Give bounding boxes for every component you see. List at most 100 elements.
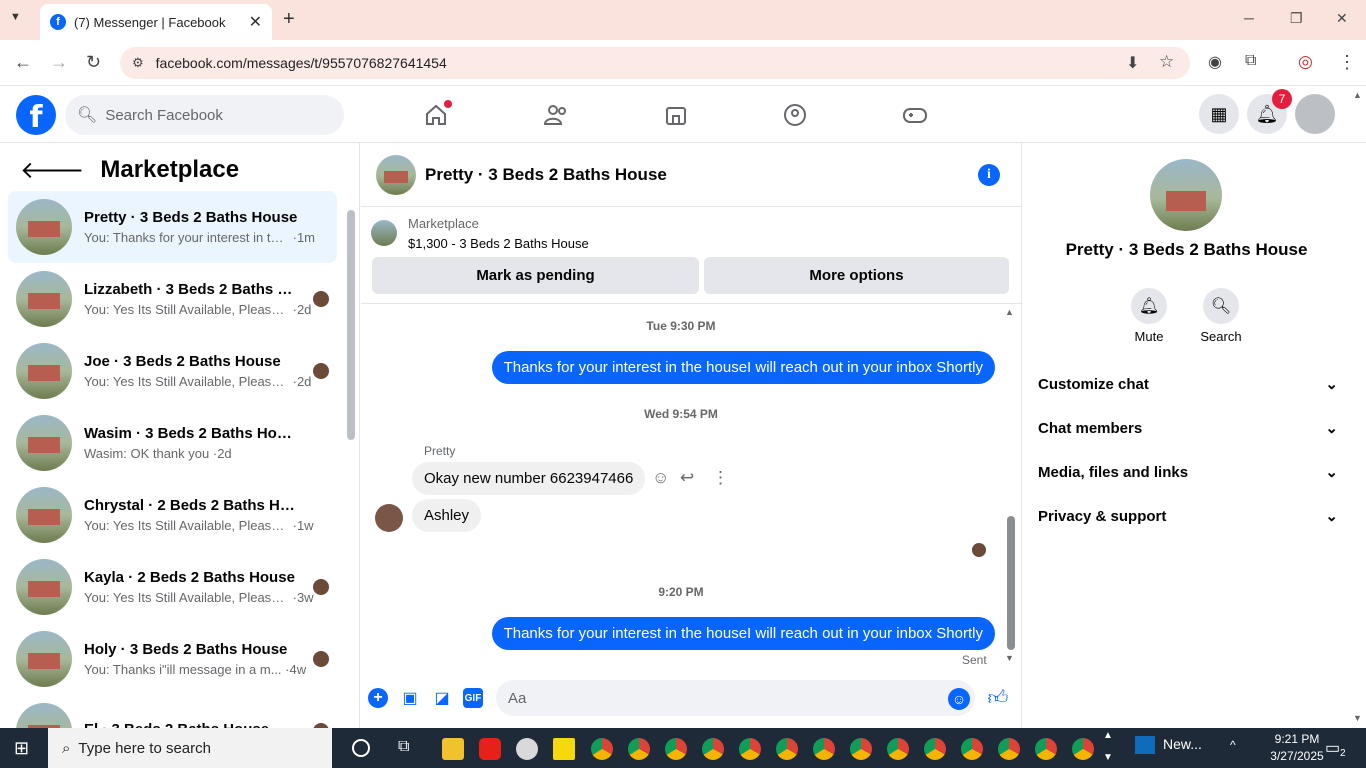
chrome-taskbar-icon[interactable]: [776, 738, 798, 760]
like-thumb-icon[interactable]: 👍︎: [988, 687, 1009, 709]
facebook-search-input[interactable]: 🔍︎ Search Facebook: [65, 95, 344, 135]
sticker-icon[interactable]: ◪: [432, 688, 452, 708]
mute-bell-icon[interactable]: 🔔︎: [1131, 288, 1167, 324]
emoji-icon[interactable]: ☺: [948, 688, 970, 710]
outlook-icon: [1135, 736, 1155, 755]
friends-nav-icon[interactable]: [536, 100, 576, 130]
gif-icon[interactable]: GIF: [463, 688, 483, 708]
conversation-item[interactable]: Pretty · 3 Beds 2 Baths House You: Thanks…: [8, 191, 337, 263]
taskbar-search-input[interactable]: ⌕ Type here to search: [48, 728, 332, 768]
facebook-logo-icon[interactable]: f: [16, 95, 56, 135]
react-emoji-icon[interactable]: ☺: [652, 468, 669, 488]
conversation-item[interactable]: Lizzabeth · 3 Beds 2 Baths Ho... You: Yes…: [8, 263, 337, 335]
more-options-button[interactable]: More options: [704, 257, 1009, 294]
outgoing-message[interactable]: Thanks for your interest in the houseI w…: [491, 351, 995, 384]
privacy-support-section[interactable]: Privacy & support ⌄: [1038, 507, 1338, 526]
address-bar[interactable]: ⚙ facebook.com/messages/t/95570768276414…: [120, 47, 1190, 79]
close-window-icon[interactable]: ✕: [1336, 10, 1348, 27]
scroll-up-icon[interactable]: ▲: [1005, 307, 1014, 317]
chrome-taskbar-icon[interactable]: [813, 738, 835, 760]
sticky-notes-icon[interactable]: [553, 738, 575, 760]
page-scroll-up-icon[interactable]: ▲: [1353, 90, 1362, 100]
chrome-taskbar-icon[interactable]: [850, 738, 872, 760]
youtube-icon[interactable]: [479, 738, 501, 760]
action-center-icon[interactable]: ▭: [1325, 738, 1340, 758]
new-tab-icon[interactable]: +: [283, 8, 295, 31]
groups-nav-icon[interactable]: [775, 100, 815, 130]
search-in-chat-icon[interactable]: 🔍︎: [1203, 288, 1239, 324]
messages-scrollbar[interactable]: [1007, 516, 1015, 650]
site-info-icon[interactable]: ⚙: [132, 55, 144, 71]
chat-title[interactable]: Pretty · 3 Beds 2 Baths House: [425, 165, 667, 185]
minimize-icon[interactable]: ─: [1244, 10, 1254, 26]
reload-icon[interactable]: ↻: [86, 52, 101, 73]
clock[interactable]: 9:21 PM 3/27/2025: [1262, 731, 1332, 765]
cortana-icon[interactable]: [352, 739, 370, 757]
chrome-taskbar-icon[interactable]: [591, 738, 613, 760]
chrome-taskbar-icon[interactable]: [887, 738, 909, 760]
tab-search-icon[interactable]: ▼: [10, 11, 21, 23]
chrome-taskbar-icon[interactable]: [998, 738, 1020, 760]
photo-icon[interactable]: ▣: [400, 688, 420, 708]
restore-icon[interactable]: ❐: [1290, 10, 1303, 27]
reply-icon[interactable]: ↩: [680, 468, 694, 488]
conversation-item[interactable]: Kayla · 2 Beds 2 Baths House You: Yes Its…: [8, 551, 337, 623]
forward-icon[interactable]: →: [50, 52, 68, 73]
conversation-item[interactable]: Holy · 3 Beds 2 Baths House You: Thanks i…: [8, 623, 337, 695]
gaming-nav-icon[interactable]: [895, 100, 935, 130]
back-icon[interactable]: ←: [14, 52, 32, 73]
page-scroll-down-icon[interactable]: ▼: [1353, 713, 1362, 723]
extension-robot-icon[interactable]: ◉: [1208, 52, 1222, 72]
contact-avatar[interactable]: [1150, 159, 1222, 231]
browser-menu-icon[interactable]: ⋮: [1338, 52, 1356, 73]
plus-icon[interactable]: +: [368, 688, 388, 708]
listing-title: $1,300 - 3 Beds 2 Baths House: [408, 236, 589, 251]
conversation-time: 1m: [296, 230, 316, 245]
chat-avatar[interactable]: [376, 154, 416, 195]
more-actions-icon[interactable]: ⋮: [712, 468, 729, 488]
taskbar-scroll-up-icon[interactable]: ▲: [1103, 730, 1113, 741]
extensions-puzzle-icon[interactable]: ⧉: [1245, 52, 1256, 70]
conversation-avatar: [16, 343, 72, 399]
close-tab-icon[interactable]: ✕: [249, 12, 262, 32]
account-avatar[interactable]: [1295, 94, 1335, 134]
chrome-taskbar-icon[interactable]: [924, 738, 946, 760]
customize-chat-section[interactable]: Customize chat ⌄: [1038, 375, 1338, 394]
show-hidden-icons-icon[interactable]: ^: [1230, 738, 1236, 752]
info-icon[interactable]: i: [978, 164, 1000, 186]
chrome-taskbar-icon[interactable]: [665, 738, 687, 760]
conversation-item[interactable]: Chrystal · 2 Beds 2 Baths House You: Yes …: [8, 479, 337, 551]
chat-members-section[interactable]: Chat members ⌄: [1038, 419, 1338, 438]
chrome-taskbar-icon[interactable]: [961, 738, 983, 760]
chrome-taskbar-icon[interactable]: [1035, 738, 1057, 760]
app-icon[interactable]: [516, 738, 538, 760]
windows-start-icon[interactable]: ⊞: [14, 738, 34, 758]
marketplace-nav-icon[interactable]: [656, 100, 696, 130]
profile-icon[interactable]: ◎: [1298, 52, 1313, 72]
chrome-taskbar-icon[interactable]: [1072, 738, 1094, 760]
incoming-message[interactable]: Ashley: [412, 499, 482, 532]
chrome-taskbar-icon[interactable]: [628, 738, 650, 760]
taskbar-scroll-down-icon[interactable]: ▼: [1103, 752, 1113, 763]
chrome-taskbar-icon[interactable]: [702, 738, 724, 760]
listing-info[interactable]: Marketplace $1,300 - 3 Beds 2 Baths Hous…: [371, 216, 589, 251]
install-app-icon[interactable]: ⬇: [1126, 53, 1139, 73]
menu-grid-button[interactable]: ▦: [1199, 94, 1239, 134]
conversation-item[interactable]: Joe · 3 Beds 2 Baths House You: Yes Its S…: [8, 335, 337, 407]
chrome-taskbar-icon[interactable]: [739, 738, 761, 760]
scroll-down-icon[interactable]: ▼: [1005, 653, 1014, 663]
sender-avatar[interactable]: [375, 504, 403, 532]
outlook-news-item[interactable]: New...: [1135, 736, 1202, 755]
file-explorer-icon[interactable]: [442, 738, 464, 760]
outgoing-message[interactable]: Thanks for your interest in the houseI w…: [491, 617, 995, 650]
back-arrow-icon[interactable]: 🡐: [20, 155, 84, 185]
message-input[interactable]: Aa: [496, 680, 975, 716]
mark-as-pending-button[interactable]: Mark as pending: [372, 257, 699, 294]
bookmark-star-icon[interactable]: ☆: [1159, 52, 1174, 72]
media-files-section[interactable]: Media, files and links ⌄: [1038, 463, 1338, 482]
conversation-item[interactable]: Wasim · 3 Beds 2 Baths House Wasim: OK th…: [8, 407, 337, 479]
task-view-icon[interactable]: ⧉: [398, 738, 409, 756]
conversation-scrollbar[interactable]: [347, 210, 355, 440]
incoming-message[interactable]: Okay new number 6623947466: [412, 462, 646, 495]
browser-tab[interactable]: f (7) Messenger | Facebook ✕: [40, 4, 272, 40]
